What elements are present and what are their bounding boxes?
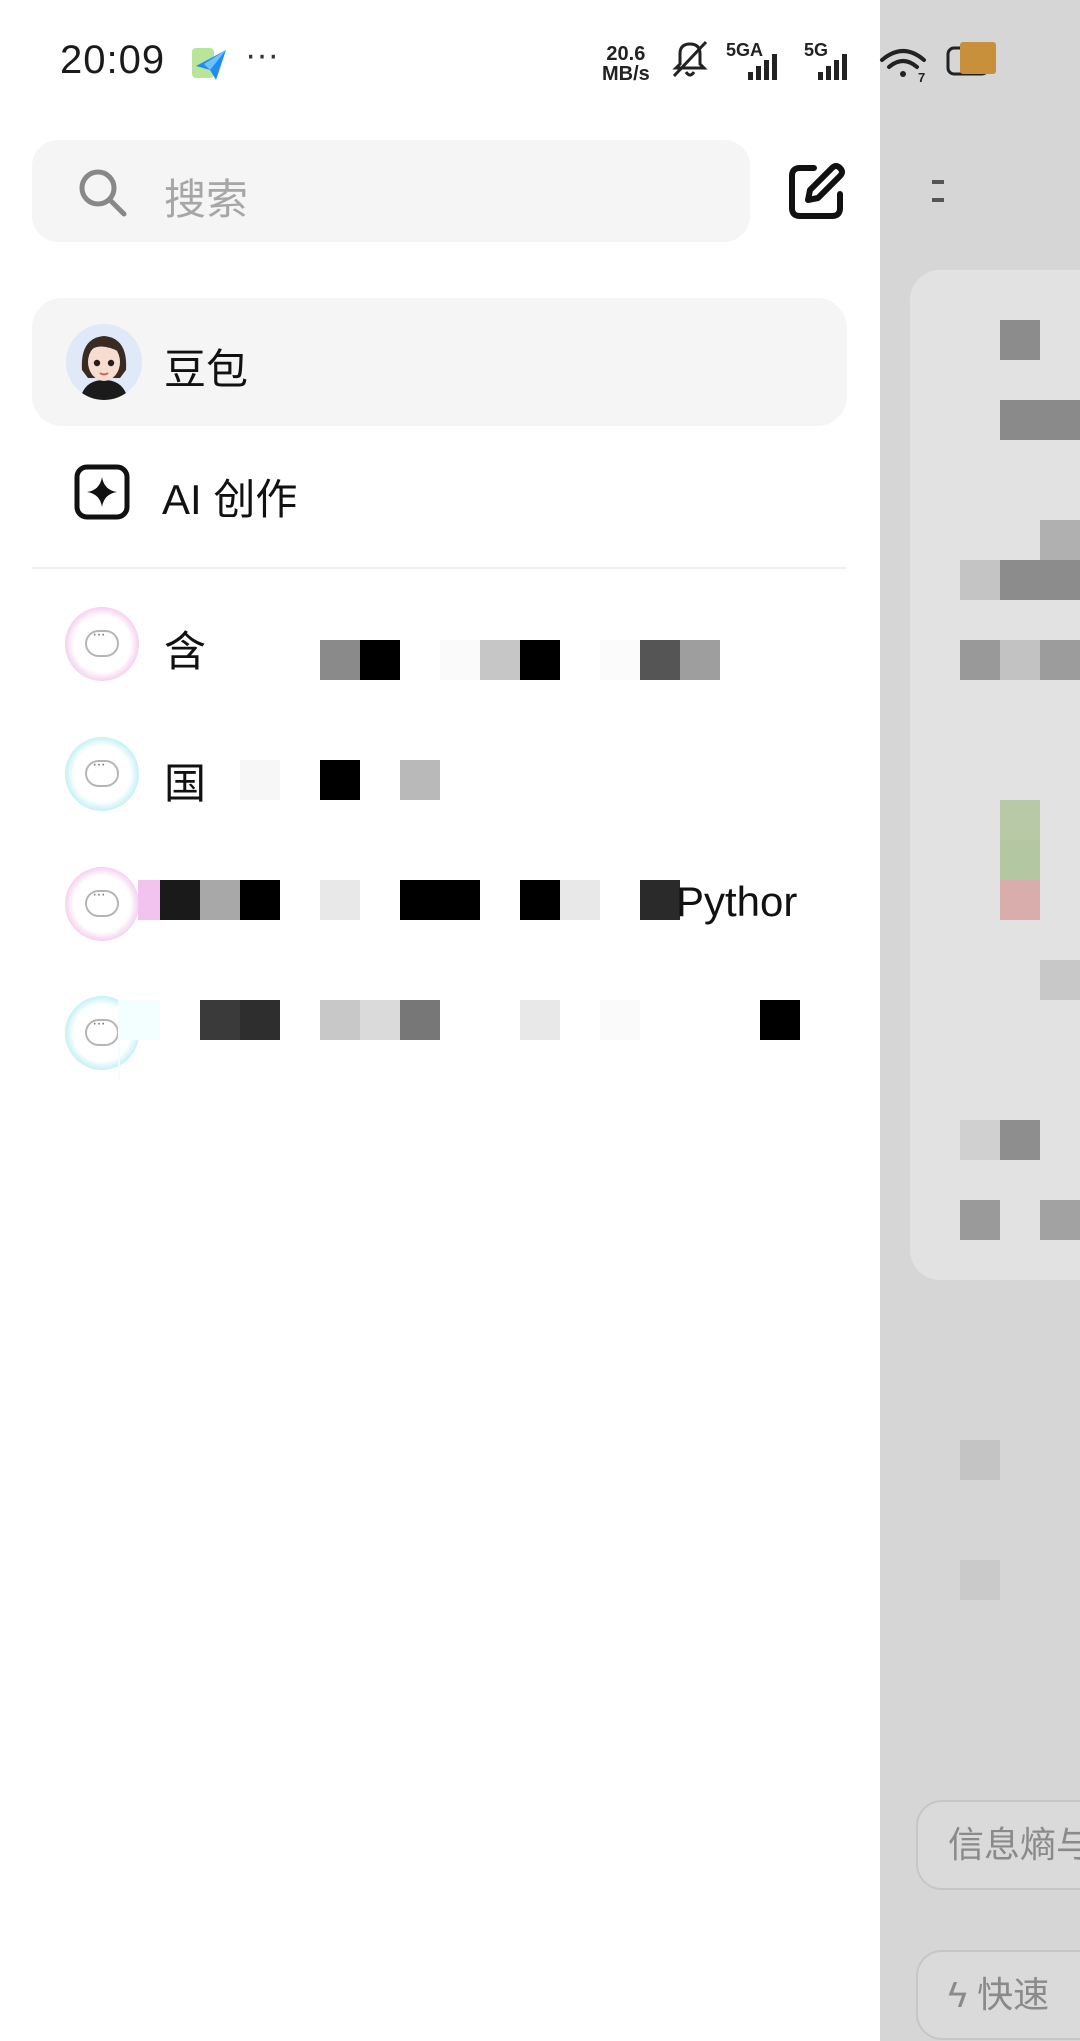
sim2-label: 5G: [804, 40, 828, 60]
chat-title: Pythor: [676, 878, 798, 925]
chart-bar-green: [1000, 840, 1040, 880]
redacted-block: [1040, 520, 1080, 560]
edit-icon[interactable]: [784, 160, 848, 224]
redacted-block: [640, 880, 680, 920]
redacted-block: [240, 760, 280, 800]
redacted-block: [640, 640, 680, 680]
redacted-block: [680, 640, 720, 680]
redacted-block: [360, 640, 400, 680]
status-icons: 5GA 5G 7: [672, 40, 996, 85]
nav-item-ai-create-label: AI 创作: [162, 476, 298, 523]
menu-icon-line: [932, 198, 944, 202]
search-bar[interactable]: 搜索: [32, 140, 750, 242]
redacted-block: [600, 1000, 640, 1040]
battery-icon: [946, 42, 996, 76]
redacted-block: [520, 880, 560, 920]
redacted-block: [240, 1000, 280, 1040]
divider: [32, 567, 847, 569]
chat-title: 国: [164, 760, 207, 807]
redacted-block: [760, 1000, 800, 1040]
redacted-block: [1040, 640, 1080, 680]
redacted-block: [138, 880, 160, 920]
redacted-block: [560, 880, 600, 920]
redacted-block: [960, 640, 1000, 680]
redacted-block: [520, 1000, 560, 1040]
redacted-block: [960, 1120, 1000, 1160]
chat-title: 含: [164, 628, 207, 675]
chart-bar-red: [1000, 880, 1040, 920]
redacted-block: [400, 1000, 440, 1040]
redacted-block: [118, 1000, 160, 1040]
nav-item-doubao-label: 豆包: [164, 346, 249, 393]
redacted-block: [1040, 1200, 1080, 1240]
redacted-block: [600, 640, 640, 680]
lightning-icon: ϟ: [948, 1974, 978, 2015]
quick-action-label: 快速: [977, 1974, 1050, 2015]
doubao-avatar: [66, 324, 142, 400]
redacted-block: [1000, 560, 1080, 600]
background-app[interactable]: 信息熵与 ϟ 快速: [880, 0, 1080, 2041]
redacted-block: [320, 760, 360, 800]
chart-bar-green: [1000, 800, 1040, 840]
network-speed: 20.6 MB/s: [602, 44, 650, 84]
status-time: 20:09: [60, 38, 166, 82]
redacted-block: [400, 880, 480, 920]
redacted-block: [1000, 640, 1040, 680]
menu-icon: [932, 180, 944, 184]
redacted-block: [1000, 320, 1040, 360]
redacted-block: [320, 1000, 360, 1040]
redacted-block: [960, 1440, 1000, 1480]
search-placeholder: 搜索: [164, 176, 249, 223]
side-drawer: 20:09 ··· 20.6 MB/s 5GA 5G 7 搜索 豆包 AI 创作…: [0, 0, 996, 2041]
chat-bubble-icon: [65, 737, 139, 811]
redacted-block: [440, 640, 480, 680]
suggestion-chip[interactable]: 信息熵与: [916, 1800, 1080, 1890]
wifi-label: 7: [918, 70, 925, 85]
redacted-block: [1000, 1120, 1040, 1160]
search-icon: [79, 169, 127, 217]
quick-action-chip[interactable]: ϟ 快速: [916, 1950, 1080, 2040]
redacted-block: [960, 560, 1000, 600]
redacted-block: [360, 1000, 400, 1040]
more-notifications: ···: [245, 36, 279, 74]
chat-bubble-icon: [65, 867, 139, 941]
redacted-block: [1040, 960, 1080, 1000]
redacted-block: [1000, 400, 1080, 440]
mute-icon: [672, 40, 708, 78]
redacted-block: [240, 880, 280, 920]
redacted-block: [520, 640, 560, 680]
nav-item-doubao[interactable]: [32, 298, 847, 426]
redacted-block: [200, 880, 240, 920]
sparkle-icon: [74, 464, 130, 520]
redacted-block: [400, 760, 440, 800]
redacted-block: [480, 640, 520, 680]
redacted-block: [960, 1200, 1000, 1240]
chat-bubble-icon: [65, 607, 139, 681]
redacted-block: [320, 880, 360, 920]
redacted-block: [320, 640, 360, 680]
redacted-block: [960, 1560, 1000, 1600]
redacted-block: [160, 880, 200, 920]
app-notification-icon: [192, 48, 226, 80]
redacted-block: [118, 1040, 120, 1080]
network-speed-unit: MB/s: [602, 63, 650, 85]
nav-item-ai-create[interactable]: [32, 440, 847, 544]
doubao-avatar-image: [66, 324, 142, 400]
network-speed-value: 20.6: [606, 43, 646, 65]
sim1-label: 5GA: [726, 40, 763, 60]
redacted-block: [200, 1000, 240, 1040]
